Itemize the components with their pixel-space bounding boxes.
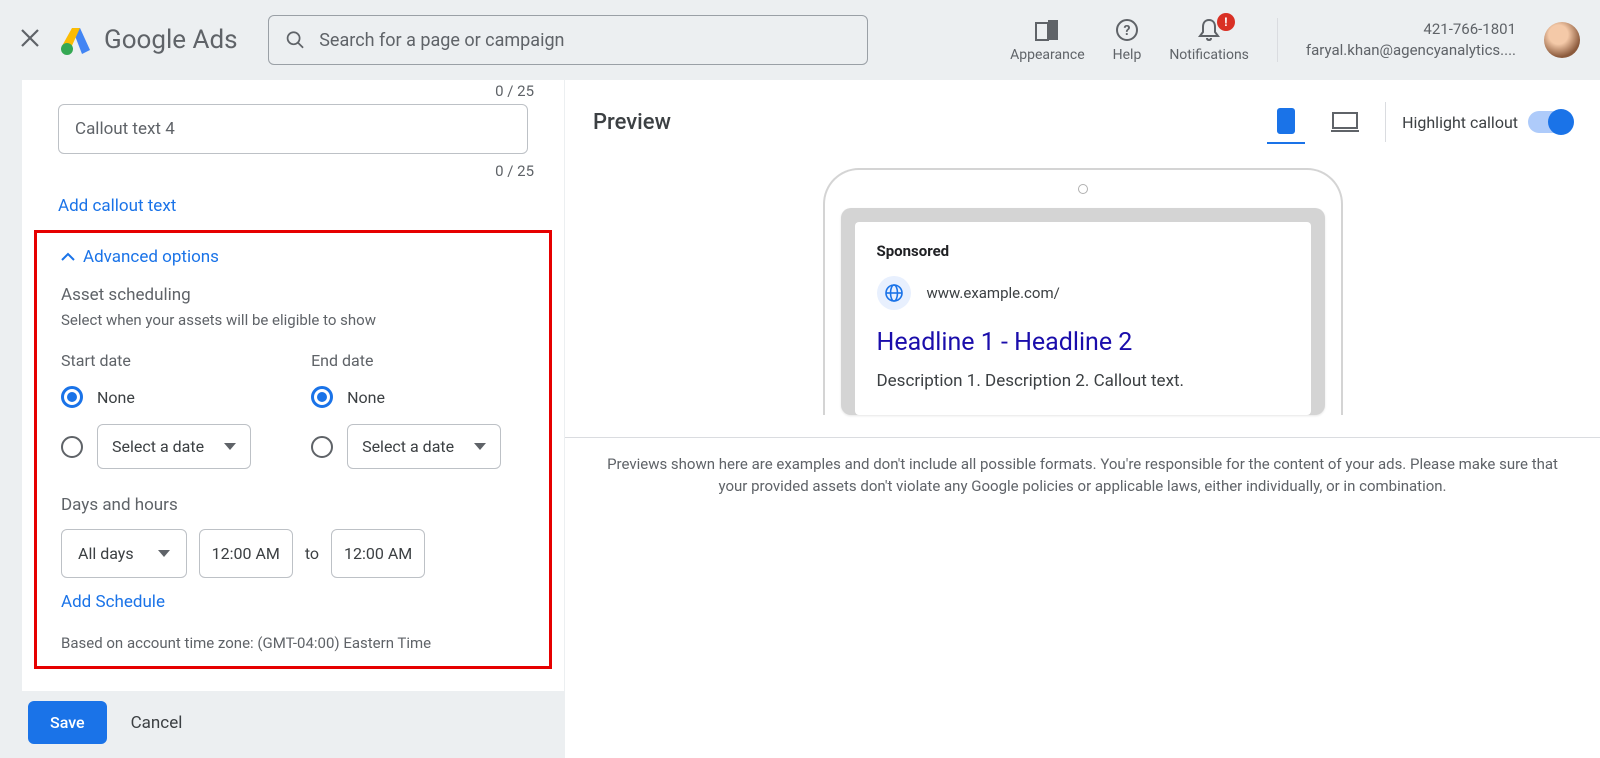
globe-icon	[877, 276, 911, 310]
help-icon: ?	[1115, 17, 1139, 43]
help-button[interactable]: ? Help	[1113, 17, 1142, 63]
divider	[1385, 102, 1386, 142]
desktop-preview-button[interactable]	[1321, 103, 1369, 141]
chevron-down-icon	[158, 550, 170, 557]
end-date-label: End date	[311, 351, 501, 370]
start-date-select-radio[interactable]	[61, 436, 83, 458]
ad-url: www.example.com/	[927, 284, 1060, 302]
char-count: 0 / 25	[34, 82, 552, 104]
start-date-none-radio[interactable]	[61, 386, 83, 408]
account-info: 421-766-1801 faryal.khan@agencyanalytics…	[1306, 19, 1516, 61]
highlight-callout-toggle[interactable]	[1528, 111, 1572, 133]
ad-description: Description 1. Description 2. Callout te…	[877, 371, 1289, 391]
days-hours-label: Days and hours	[61, 495, 525, 515]
asset-scheduling-subtitle: Select when your assets will be eligible…	[61, 311, 525, 329]
notifications-button[interactable]: ! Notifications	[1169, 17, 1249, 63]
mobile-preview-button[interactable]	[1267, 100, 1305, 144]
asset-scheduling-title: Asset scheduling	[61, 285, 525, 305]
ad-headline: Headline 1 - Headline 2	[877, 328, 1289, 357]
days-select[interactable]: All days	[61, 529, 187, 578]
advanced-options-section: Advanced options Asset scheduling Select…	[34, 230, 552, 669]
account-phone: 421-766-1801	[1306, 19, 1516, 40]
search-box[interactable]	[268, 15, 868, 65]
divider	[1277, 18, 1278, 62]
callout-text-4-input[interactable]: Callout text 4	[58, 104, 528, 154]
end-date-select-radio[interactable]	[311, 436, 333, 458]
footer: Save Cancel	[22, 691, 564, 758]
avatar[interactable]	[1544, 22, 1580, 58]
chevron-down-icon	[224, 443, 236, 450]
appearance-button[interactable]: Appearance	[1010, 17, 1084, 63]
save-button[interactable]: Save	[28, 701, 107, 744]
form-panel: 0 / 25 Callout text 4 0 / 25 Add callout…	[22, 80, 564, 758]
app-header: Google Ads Appearance ? Help ! Notificat…	[0, 0, 1600, 80]
timezone-note: Based on account time zone: (GMT-04:00) …	[61, 634, 525, 652]
highlight-callout-label: Highlight callout	[1402, 113, 1518, 132]
svg-text:?: ?	[1123, 23, 1130, 39]
add-schedule-link[interactable]: Add Schedule	[61, 592, 525, 612]
char-count: 0 / 25	[34, 162, 552, 184]
phone-frame: Sponsored www.example.com/ Headline 1 - …	[823, 168, 1343, 415]
time-from-select[interactable]: 12:00 AM	[199, 529, 293, 578]
cancel-button[interactable]: Cancel	[131, 713, 183, 733]
advanced-options-toggle[interactable]: Advanced options	[61, 247, 525, 267]
end-date-picker[interactable]: Select a date	[347, 424, 501, 469]
to-label: to	[305, 544, 319, 563]
chevron-down-icon	[474, 443, 486, 450]
start-date-group: Start date None Select a date	[61, 351, 251, 469]
end-date-group: End date None Select a date	[311, 351, 501, 469]
search-input[interactable]	[319, 30, 850, 51]
sponsored-label: Sponsored	[877, 242, 1289, 260]
account-email: faryal.khan@agencyanalytics....	[1306, 40, 1516, 61]
preview-disclaimer: Previews shown here are examples and don…	[565, 437, 1600, 514]
start-date-label: Start date	[61, 351, 251, 370]
ad-preview-card: Sponsored www.example.com/ Headline 1 - …	[855, 222, 1311, 415]
notification-badge: !	[1217, 13, 1235, 31]
preview-title: Preview	[593, 110, 671, 135]
start-date-picker[interactable]: Select a date	[97, 424, 251, 469]
google-ads-logo: Google Ads	[60, 24, 238, 56]
close-icon[interactable]	[20, 26, 40, 54]
logo-text: Google Ads	[104, 25, 238, 55]
phone-camera-icon	[1078, 184, 1088, 194]
time-to-select[interactable]: 12:00 AM	[331, 529, 425, 578]
appearance-icon	[1035, 17, 1059, 43]
chevron-up-icon	[61, 252, 75, 262]
add-callout-link[interactable]: Add callout text	[34, 184, 552, 230]
end-date-none-radio[interactable]	[311, 386, 333, 408]
preview-panel: Preview Highlight callout Sponsored	[564, 80, 1600, 758]
